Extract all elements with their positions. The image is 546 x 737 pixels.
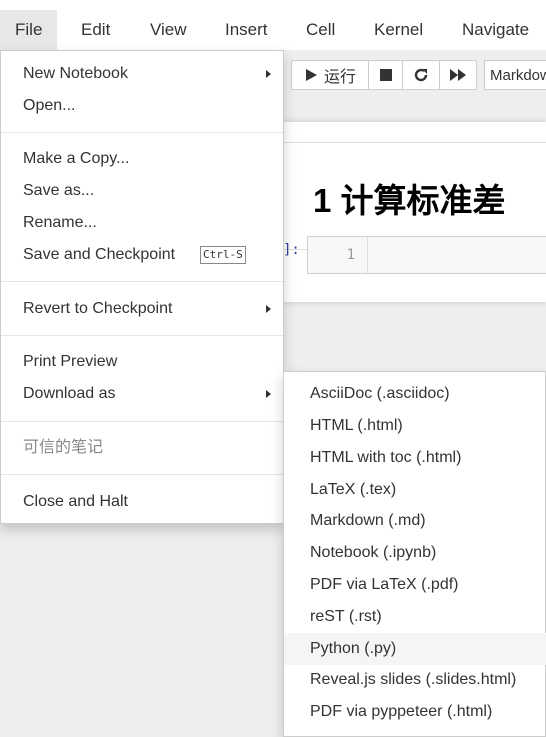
line-number: 1 — [308, 237, 368, 273]
submenu-caret-icon — [266, 70, 271, 78]
menu-edit[interactable]: Edit — [66, 10, 125, 50]
download-python-item[interactable]: Python (.py) — [284, 633, 546, 665]
stop-icon — [379, 69, 392, 81]
revert-checkpoint-label: Revert to Checkpoint — [23, 300, 173, 317]
save-as-item[interactable]: Save as... — [1, 175, 283, 207]
menu-kernel[interactable]: Kernel — [359, 10, 438, 50]
menu-bar: File Edit View Insert Cell Kernel Naviga… — [0, 0, 546, 50]
code-cell-input[interactable]: 1 — [307, 236, 546, 274]
run-button[interactable]: 运行 — [291, 60, 369, 90]
new-notebook-item[interactable]: New Notebook — [1, 58, 283, 90]
file-menu-dropdown: New Notebook Open... Make a Copy... Save… — [0, 50, 284, 524]
menu-divider — [1, 421, 283, 422]
download-reveal-item[interactable]: Reveal.js slides (.slides.html) — [284, 664, 546, 696]
fast-forward-icon — [450, 69, 466, 81]
download-asciidoc-item[interactable]: AsciiDoc (.asciidoc) — [284, 378, 546, 410]
new-notebook-label: New Notebook — [23, 65, 128, 82]
trusted-notebook-item: 可信的笔记 — [23, 439, 104, 456]
notebook-container: 1 计算标准差 ]: 1 — [283, 122, 546, 302]
menu-divider — [1, 132, 283, 133]
cell-prompt: ]: — [283, 242, 300, 258]
download-pdf-pyppeteer-item[interactable]: PDF via pyppeteer (.html) — [284, 696, 546, 728]
save-checkpoint-item[interactable]: Save and Checkpoint Ctrl-S — [1, 239, 283, 271]
menu-navigate[interactable]: Navigate — [447, 10, 544, 50]
download-as-label: Download as — [23, 385, 116, 402]
close-halt-item[interactable]: Close and Halt — [1, 486, 283, 518]
interrupt-button[interactable] — [368, 60, 403, 90]
download-html-toc-item[interactable]: HTML with toc (.html) — [284, 442, 546, 474]
notebook-heading: 1 计算标准差 — [313, 182, 506, 219]
shortcut-badge: Ctrl-S — [200, 246, 246, 264]
download-rest-item[interactable]: reST (.rst) — [284, 601, 546, 633]
cell-type-select[interactable]: Markdown — [484, 60, 546, 90]
menu-cell[interactable]: Cell — [291, 10, 350, 50]
menu-divider — [1, 335, 283, 336]
cell-type-value: Markdown — [490, 66, 546, 84]
submenu-caret-icon — [266, 305, 271, 313]
play-icon — [305, 69, 317, 81]
menu-file[interactable]: File — [0, 10, 58, 50]
restart-run-all-button[interactable] — [439, 60, 477, 90]
download-notebook-item[interactable]: Notebook (.ipynb) — [284, 537, 546, 569]
download-pdf-latex-item[interactable]: PDF via LaTeX (.pdf) — [284, 569, 546, 601]
download-markdown-item[interactable]: Markdown (.md) — [284, 505, 546, 537]
menu-insert[interactable]: Insert — [210, 10, 283, 50]
make-copy-item[interactable]: Make a Copy... — [1, 143, 283, 175]
restart-button[interactable] — [402, 60, 440, 90]
download-as-submenu: AsciiDoc (.asciidoc) HTML (.html) HTML w… — [283, 371, 546, 737]
menu-divider — [1, 474, 283, 475]
refresh-icon — [414, 68, 428, 82]
menu-divider — [1, 281, 283, 282]
submenu-caret-icon — [266, 390, 271, 398]
download-latex-item[interactable]: LaTeX (.tex) — [284, 474, 546, 506]
download-as-item[interactable]: Download as — [1, 378, 283, 410]
rename-item[interactable]: Rename... — [1, 207, 283, 239]
download-html-item[interactable]: HTML (.html) — [284, 410, 546, 442]
open-item[interactable]: Open... — [1, 90, 283, 122]
run-button-label: 运行 — [323, 69, 356, 86]
revert-checkpoint-item[interactable]: Revert to Checkpoint — [1, 293, 283, 325]
save-checkpoint-label: Save and Checkpoint — [23, 246, 176, 263]
menu-view[interactable]: View — [135, 10, 202, 50]
print-preview-item[interactable]: Print Preview — [1, 346, 283, 378]
